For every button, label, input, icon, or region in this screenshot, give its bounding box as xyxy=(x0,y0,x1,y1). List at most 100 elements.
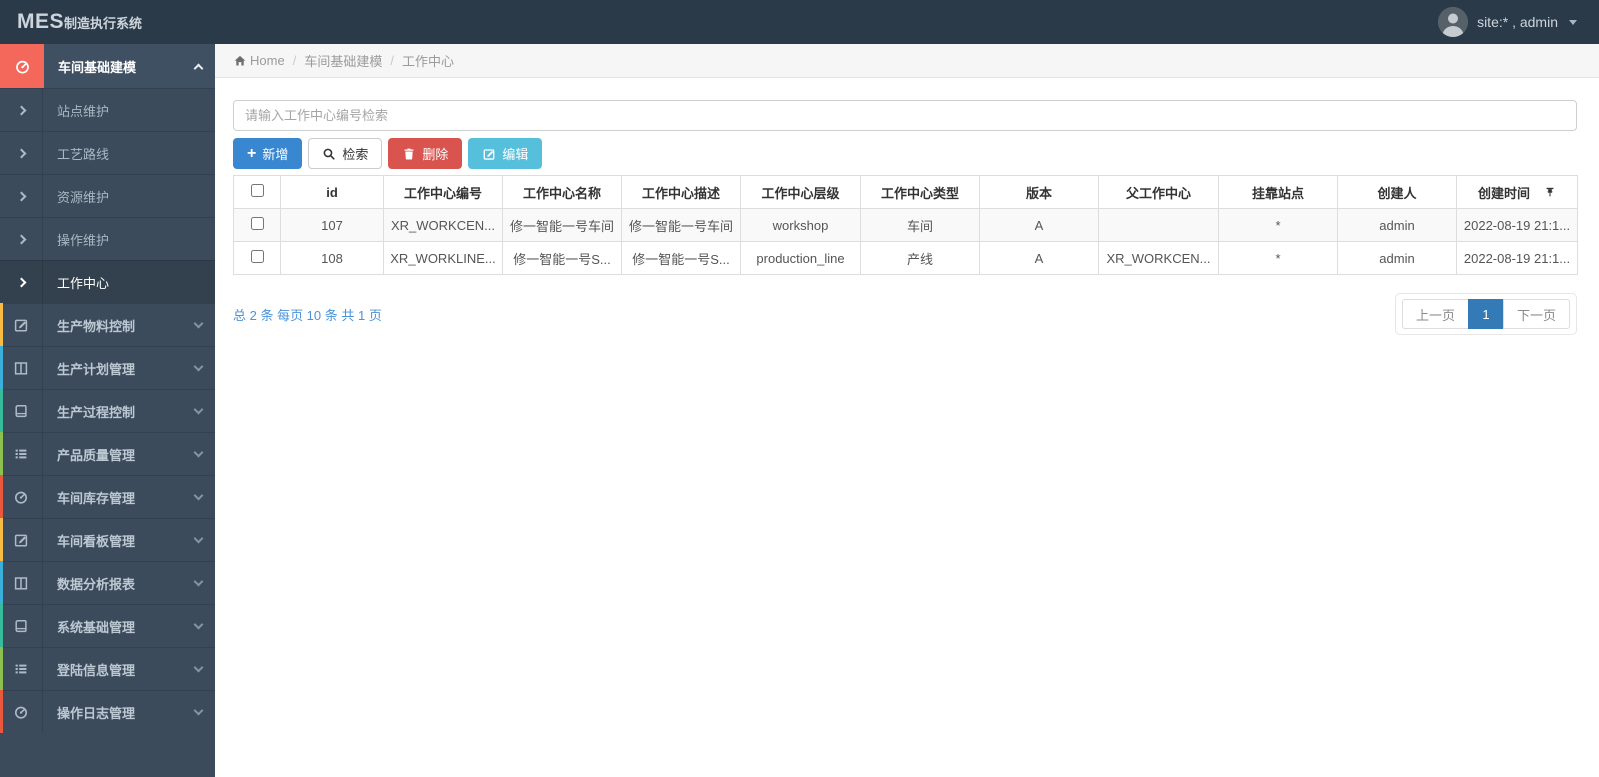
sidebar-group-operation-log[interactable]: 操作日志管理 xyxy=(0,690,215,733)
table-header-row: id 工作中心编号 工作中心名称 工作中心描述 工作中心层级 工作中心类型 版本… xyxy=(233,175,1578,209)
sidebar-group-quality-management[interactable]: 产品质量管理 xyxy=(0,432,215,475)
page-1-button[interactable]: 1 xyxy=(1467,299,1504,329)
cell-version: A xyxy=(979,208,1099,242)
chevron-right-icon xyxy=(16,277,26,287)
cell-version: A xyxy=(979,241,1099,275)
cell-name: 修一智能一号车间 xyxy=(502,208,622,242)
sidebar-group-label: 登陆信息管理 xyxy=(57,662,136,678)
sidebar-item-label: 工艺路线 xyxy=(57,146,110,162)
cell-code: XR_WORKLINE... xyxy=(383,241,503,275)
column-header-site: 挂靠站点 xyxy=(1218,175,1338,209)
cell-parent: XR_WORKCEN... xyxy=(1098,241,1219,275)
sidebar-item-work-center[interactable]: 工作中心 xyxy=(0,260,215,303)
list-icon xyxy=(0,648,43,690)
column-header-creator: 创建人 xyxy=(1337,175,1457,209)
sidebar-group-plan-management[interactable]: 生产计划管理 xyxy=(0,346,215,389)
column-header-parent: 父工作中心 xyxy=(1098,175,1219,209)
pagination: 上一页 1 下一页 xyxy=(1394,293,1577,335)
sidebar-group-inventory-management[interactable]: 车间库存管理 xyxy=(0,475,215,518)
cell-creator: admin xyxy=(1337,241,1457,275)
row-checkbox[interactable] xyxy=(250,250,264,263)
cell-type: 车间 xyxy=(860,208,980,242)
sidebar-group-data-analysis[interactable]: 数据分析报表 xyxy=(0,561,215,604)
row-checkbox[interactable] xyxy=(250,217,264,230)
table-footer: 总 2 条 每页 10 条 共 1 页 上一页 1 下一页 xyxy=(233,293,1577,335)
gauge-icon xyxy=(0,691,43,733)
breadcrumb-home-label: Home xyxy=(250,53,285,68)
column-header-type: 工作中心类型 xyxy=(860,175,980,209)
edit-button[interactable]: 编辑 xyxy=(468,138,543,169)
plus-icon: + xyxy=(247,144,257,162)
breadcrumb-level1[interactable]: 车间基础建模 xyxy=(304,51,382,70)
column-header-id: id xyxy=(280,175,384,209)
cell-created-time: 2022-08-19 21:1... xyxy=(1456,208,1578,242)
search-input[interactable] xyxy=(233,100,1577,131)
sidebar-group-process-control[interactable]: 生产过程控制 xyxy=(0,389,215,432)
sidebar-group-material-control[interactable]: 生产物料控制 xyxy=(0,303,215,346)
chevron-down-icon xyxy=(193,490,203,501)
add-button-label: 新增 xyxy=(262,147,289,162)
sidebar-group-kanban-management[interactable]: 车间看板管理 xyxy=(0,518,215,561)
sidebar-group-system-management[interactable]: 系统基础管理 xyxy=(0,604,215,647)
breadcrumb-home-link[interactable]: Home xyxy=(233,53,285,68)
search-button-label: 检索 xyxy=(342,147,369,162)
sidebar-group-label: 车间基础建模 xyxy=(58,59,137,75)
column-header-level: 工作中心层级 xyxy=(740,175,861,209)
sidebar-item-label: 工作中心 xyxy=(57,275,110,291)
select-all-checkbox[interactable] xyxy=(250,184,264,197)
home-icon xyxy=(233,54,247,68)
sidebar-item-operation-maintenance[interactable]: 操作维护 xyxy=(0,217,215,260)
sidebar-item-process-route[interactable]: 工艺路线 xyxy=(0,131,215,174)
chevron-right-icon xyxy=(16,191,26,201)
app-logo-mes: MES xyxy=(17,10,65,33)
sidebar-group-login-info[interactable]: 登陆信息管理 xyxy=(0,647,215,690)
sidebar-group-label: 生产计划管理 xyxy=(57,361,136,377)
breadcrumb-separator: / xyxy=(390,53,394,68)
chevron-down-icon xyxy=(193,533,203,544)
breadcrumb-separator: / xyxy=(292,53,297,68)
user-dropdown[interactable]: site:* , admin xyxy=(1438,7,1599,37)
group-accent-strip xyxy=(0,518,3,561)
next-page-button[interactable]: 下一页 xyxy=(1502,299,1570,329)
chevron-right-icon xyxy=(16,234,26,244)
delete-button[interactable]: 删除 xyxy=(388,138,463,169)
group-accent-strip xyxy=(0,604,3,647)
group-accent-strip xyxy=(0,346,3,389)
cell-created-time: 2022-08-19 21:1... xyxy=(1456,241,1578,275)
prev-page-button[interactable]: 上一页 xyxy=(1401,299,1469,329)
sidebar-item-label: 操作维护 xyxy=(57,232,110,248)
sidebar-group-label: 车间库存管理 xyxy=(57,490,136,506)
app-logo: MES 制造执行系统 xyxy=(0,10,142,34)
pagination-summary: 总 2 条 每页 10 条 共 1 页 xyxy=(233,307,382,323)
sidebar-group-label: 生产物料控制 xyxy=(57,318,136,334)
sidebar-nav: 车间基础建模 站点维护 工艺路线 资源维护 操作维护 工作中心 生产物料控制 生… xyxy=(0,44,215,777)
book-icon xyxy=(0,390,43,432)
edit-square-icon xyxy=(0,519,43,561)
sidebar-item-site-maintenance[interactable]: 站点维护 xyxy=(0,88,215,131)
gauge-icon xyxy=(0,44,44,88)
table-row[interactable]: 107 XR_WORKCEN... 修一智能一号车间 修一智能一号车间 work… xyxy=(233,208,1578,242)
group-accent-strip xyxy=(0,690,3,733)
sidebar-group-label: 生产过程控制 xyxy=(57,404,136,420)
chevron-down-icon xyxy=(193,447,203,458)
chevron-down-icon xyxy=(193,705,203,716)
column-header-created-time: 创建时间 xyxy=(1456,175,1578,209)
chevron-right-icon xyxy=(16,148,26,158)
work-center-table: id 工作中心编号 工作中心名称 工作中心描述 工作中心层级 工作中心类型 版本… xyxy=(233,175,1578,275)
sidebar-item-resource-maintenance[interactable]: 资源维护 xyxy=(0,174,215,217)
sidebar-item-label: 资源维护 xyxy=(57,189,110,205)
cell-description: 修一智能一号车间 xyxy=(621,208,741,242)
user-avatar xyxy=(1438,7,1469,37)
search-button[interactable]: 检索 xyxy=(308,138,383,169)
list-icon xyxy=(0,433,43,475)
cell-site: * xyxy=(1218,241,1338,275)
search-icon xyxy=(322,147,336,161)
group-accent-strip xyxy=(0,432,3,475)
add-button[interactable]: + 新增 xyxy=(233,138,303,169)
sidebar-item-label: 站点维护 xyxy=(57,103,110,119)
pin-icon[interactable] xyxy=(1544,186,1556,198)
cell-code: XR_WORKCEN... xyxy=(383,208,503,242)
sidebar-group-label: 车间看板管理 xyxy=(57,533,136,549)
table-row[interactable]: 108 XR_WORKLINE... 修一智能一号S... 修一智能一号S...… xyxy=(233,241,1578,275)
sidebar-group-workshop-modeling[interactable]: 车间基础建模 xyxy=(0,44,215,88)
